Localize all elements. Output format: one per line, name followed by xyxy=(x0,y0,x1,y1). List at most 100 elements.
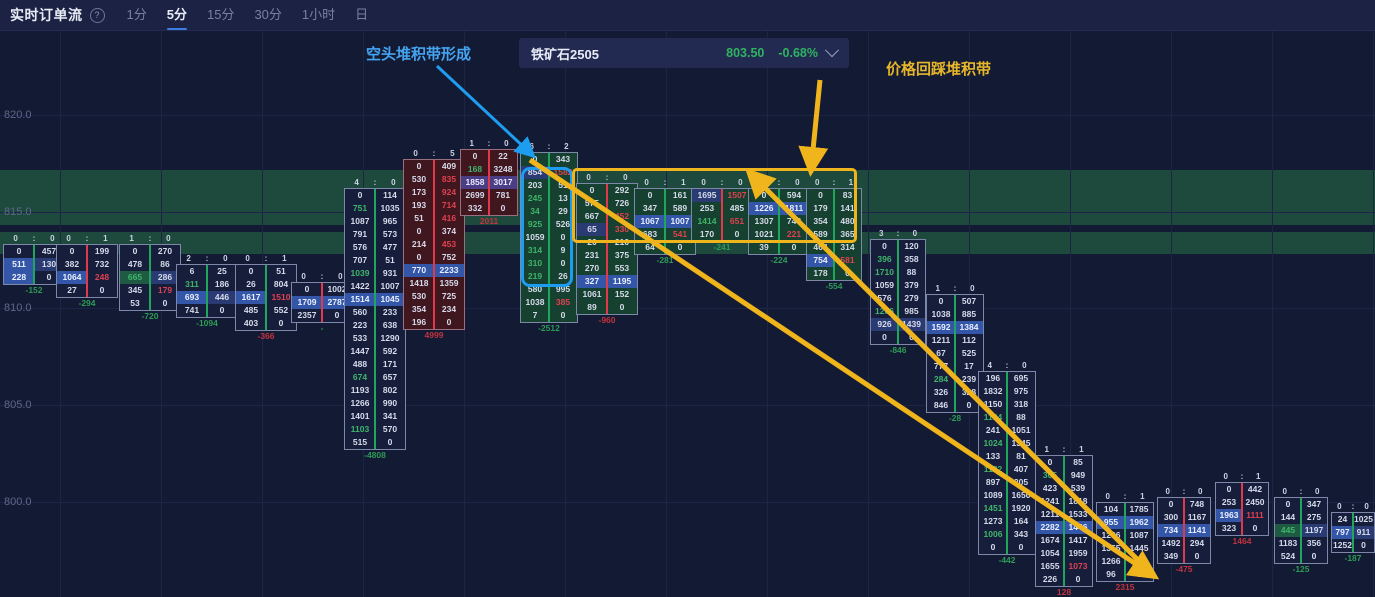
bid-volume: 1241 xyxy=(1040,496,1060,506)
bid-volume: 0 xyxy=(416,252,422,262)
footprint-cluster[interactable]: 0:1 0 199 382 732 1064 248 27 0 -294 xyxy=(56,233,118,309)
ask-volume: 446 xyxy=(207,291,237,304)
cluster-delta: -125 xyxy=(1292,564,1310,574)
bid-volume: 0 xyxy=(1168,499,1174,509)
ask-volume: 233 xyxy=(382,307,398,317)
cluster-grid[interactable]: 196 695 1832 975 1150 318 1134 88 241 1051 1024 134… xyxy=(978,371,1036,555)
footprint-chart[interactable]: 820.0 815.0 810.0 805.0 800.0 0:0 0 457 511 130 2… xyxy=(0,31,1375,597)
cluster-grid[interactable]: 0 22 168 3248 1858 3017 2699 781 332 0 xyxy=(460,149,518,216)
ask-volume: 638 xyxy=(382,320,398,330)
ask-volume: 0 xyxy=(560,310,566,320)
bid-volume: 1087 xyxy=(350,216,370,226)
ask-volume: 358 xyxy=(904,254,919,264)
cluster-delta: 128 xyxy=(1056,587,1072,597)
bid-volume: 0 xyxy=(1285,499,1291,509)
footprint-cluster[interactable]: 0: 1 104 1785 955 1962 1296 1087 1355 1445 1266 608… xyxy=(1096,491,1154,593)
footprint-cluster[interactable]: 3:0 0 120 396 358 1710 88 1059 379 576 279 1266 985 9… xyxy=(870,228,926,356)
cluster-delta: -224 xyxy=(770,255,788,265)
footprint-cluster[interactable]: 4: 0 196 695 1832 975 1150 318 1134 88 241 1051 1024… xyxy=(978,360,1036,566)
footprint-cluster[interactable]: 0:5 0 409 530 835 173 924 193 714 51 416 0 374 214 453… xyxy=(403,148,465,341)
footprint-cluster[interactable]: 4:0 0 114 751 1035 1087 965 791 573 576 477 707 51 10… xyxy=(344,177,406,461)
cluster-midline xyxy=(321,283,323,322)
ask-volume: 81 xyxy=(1016,451,1026,461)
timeframe-tab-1[interactable]: 5分 xyxy=(166,4,188,30)
ask-volume: 1962 xyxy=(1125,516,1153,529)
cluster-grid[interactable]: 0 507 1038 885 1592 1384 1211 112 67 525 777 17 284 2… xyxy=(926,294,984,413)
footprint-cluster[interactable]: 0:1 0 51 26 804 1617 1510 485 552 403 0 -366 xyxy=(235,253,297,342)
timeframe-tab-0[interactable]: 1分 xyxy=(127,4,147,26)
ask-volume: 0 xyxy=(387,437,393,447)
question-mark-icon[interactable]: ? xyxy=(89,7,105,23)
cluster-grid[interactable]: 0 85 305 949 423 539 1241 1818 1211 1533 2282 1446 1… xyxy=(1035,455,1093,587)
bid-volume: 1064 xyxy=(57,271,87,284)
cluster-header: 1: 0 xyxy=(926,283,984,294)
bid-volume: 1061 xyxy=(582,289,602,299)
cluster-grid[interactable]: 0 199 382 732 1064 248 27 0 xyxy=(56,244,118,298)
bid-volume: 791 xyxy=(352,229,368,239)
cluster-header-part: : xyxy=(1123,492,1127,501)
ask-volume: 592 xyxy=(382,346,398,356)
cluster-grid[interactable]: 6 25 311 186 693 446 741 0 xyxy=(176,264,238,318)
timeframe-tab-3[interactable]: 30分 xyxy=(254,4,281,26)
cluster-header-part: 0 xyxy=(1364,502,1369,511)
cluster-header-part: : xyxy=(1240,472,1244,481)
price-tick-1: 815.0 xyxy=(4,206,32,218)
footprint-cluster[interactable]: 1:0 0 270 478 86 665 286 345 179 53 0 -720 xyxy=(119,233,181,322)
cluster-header-part: 1 xyxy=(103,234,108,243)
cluster-header-part: 0 xyxy=(1198,487,1203,496)
cluster-grid[interactable]: 24 1025 797 911 1252 0 xyxy=(1331,512,1375,553)
cluster-grid[interactable]: 0 442 253 2450 1963 1111 323 0 xyxy=(1215,482,1269,536)
footprint-cluster[interactable]: 0:0 0 748 300 1167 734 1141 1492 294 349 0 -475 xyxy=(1157,486,1211,575)
cluster-header: 4:0 xyxy=(344,177,406,188)
bid-volume: 382 xyxy=(64,259,80,269)
ask-volume: 234 xyxy=(441,304,457,314)
cluster-delta: -475 xyxy=(1175,564,1193,574)
timeframe-tab-2[interactable]: 15分 xyxy=(207,4,234,26)
cluster-delta: -442 xyxy=(998,555,1016,565)
cluster-header-part: : xyxy=(320,272,324,281)
bid-volume: 0 xyxy=(248,266,254,276)
cluster-midline xyxy=(265,265,267,330)
ask-volume: 356 xyxy=(1306,538,1322,548)
footprint-cluster[interactable]: 1:0 0 22 168 3248 1858 3017 2699 781 332 0 2011 xyxy=(460,138,518,227)
cluster-header-part: : xyxy=(432,149,436,158)
timeframe-tab-4[interactable]: 1小时 xyxy=(302,4,335,26)
cluster-grid[interactable]: 0 51 26 804 1617 1510 485 552 403 0 xyxy=(235,264,297,331)
cluster-grid[interactable]: 0 120 396 358 1710 88 1059 379 576 279 1266 985 926 1… xyxy=(870,239,926,345)
ask-volume: 0 xyxy=(1361,540,1366,550)
cluster-grid[interactable]: 0 409 530 835 173 924 193 714 51 416 0 374 214 453 0 75… xyxy=(403,159,465,330)
cluster-grid[interactable]: 0 114 751 1035 1087 965 791 573 576 477 707 51 1039 9… xyxy=(344,188,406,450)
cluster-midline xyxy=(1124,503,1126,581)
ask-volume: 1290 xyxy=(380,333,400,343)
ask-volume: 0 xyxy=(219,305,225,315)
chevron-down-icon[interactable] xyxy=(824,43,840,58)
ask-volume: 1417 xyxy=(1068,535,1088,545)
bid-volume: 576 xyxy=(877,293,892,303)
ask-volume: 171 xyxy=(382,359,398,369)
footprint-cluster[interactable]: 1:1 0 85 305 949 423 539 1241 1818 1211 1533 2282 14… xyxy=(1035,444,1093,597)
cluster-header: 0: 1 xyxy=(1096,491,1154,502)
footprint-cluster[interactable]: 0:0 0 347 144 275 445 1197 1183 356 524 0 -125 xyxy=(1274,486,1328,575)
cluster-delta: -294 xyxy=(78,298,96,308)
ask-volume: 385 xyxy=(555,297,571,307)
timeframe-tab-5[interactable]: 日 xyxy=(355,4,368,26)
ask-volume: 407 xyxy=(1013,464,1029,474)
bid-volume: 0 xyxy=(1226,484,1232,494)
bid-volume: 1103 xyxy=(350,424,370,434)
cluster-midline xyxy=(954,295,956,412)
cluster-delta: -554 xyxy=(825,281,843,291)
cluster-grid[interactable]: 0 748 300 1167 734 1141 1492 294 349 0 xyxy=(1157,497,1211,564)
cluster-grid[interactable]: 0 347 144 275 445 1197 1183 356 524 0 xyxy=(1274,497,1328,564)
symbol-selector[interactable]: 铁矿石2505 803.50 -0.68% xyxy=(519,38,849,68)
cluster-grid[interactable]: 104 1785 955 1962 1296 1087 1355 1445 1266 608 96 0 xyxy=(1096,502,1154,582)
ask-volume: 0 xyxy=(1018,542,1024,552)
footprint-cluster[interactable]: 0:0 24 1025 797 911 1252 0 -187 xyxy=(1331,501,1375,564)
cluster-grid[interactable]: 0 270 478 86 665 286 345 179 53 0 xyxy=(119,244,181,311)
footprint-cluster[interactable]: 1:0 0 507 1038 885 1592 1384 1211 112 67 525 777 17 2… xyxy=(926,283,984,424)
cluster-header-part: 2 xyxy=(564,142,569,151)
footprint-cluster[interactable]: 2:0 6 25 311 186 693 446 741 0 -1094 xyxy=(176,253,238,329)
footprint-cluster[interactable]: 0:1 0 442 253 2450 1963 1111 323 0 1464 xyxy=(1215,471,1269,547)
bid-volume: 270 xyxy=(584,263,600,273)
bid-volume: 0 xyxy=(416,226,422,236)
bid-volume: 0 xyxy=(532,154,538,164)
